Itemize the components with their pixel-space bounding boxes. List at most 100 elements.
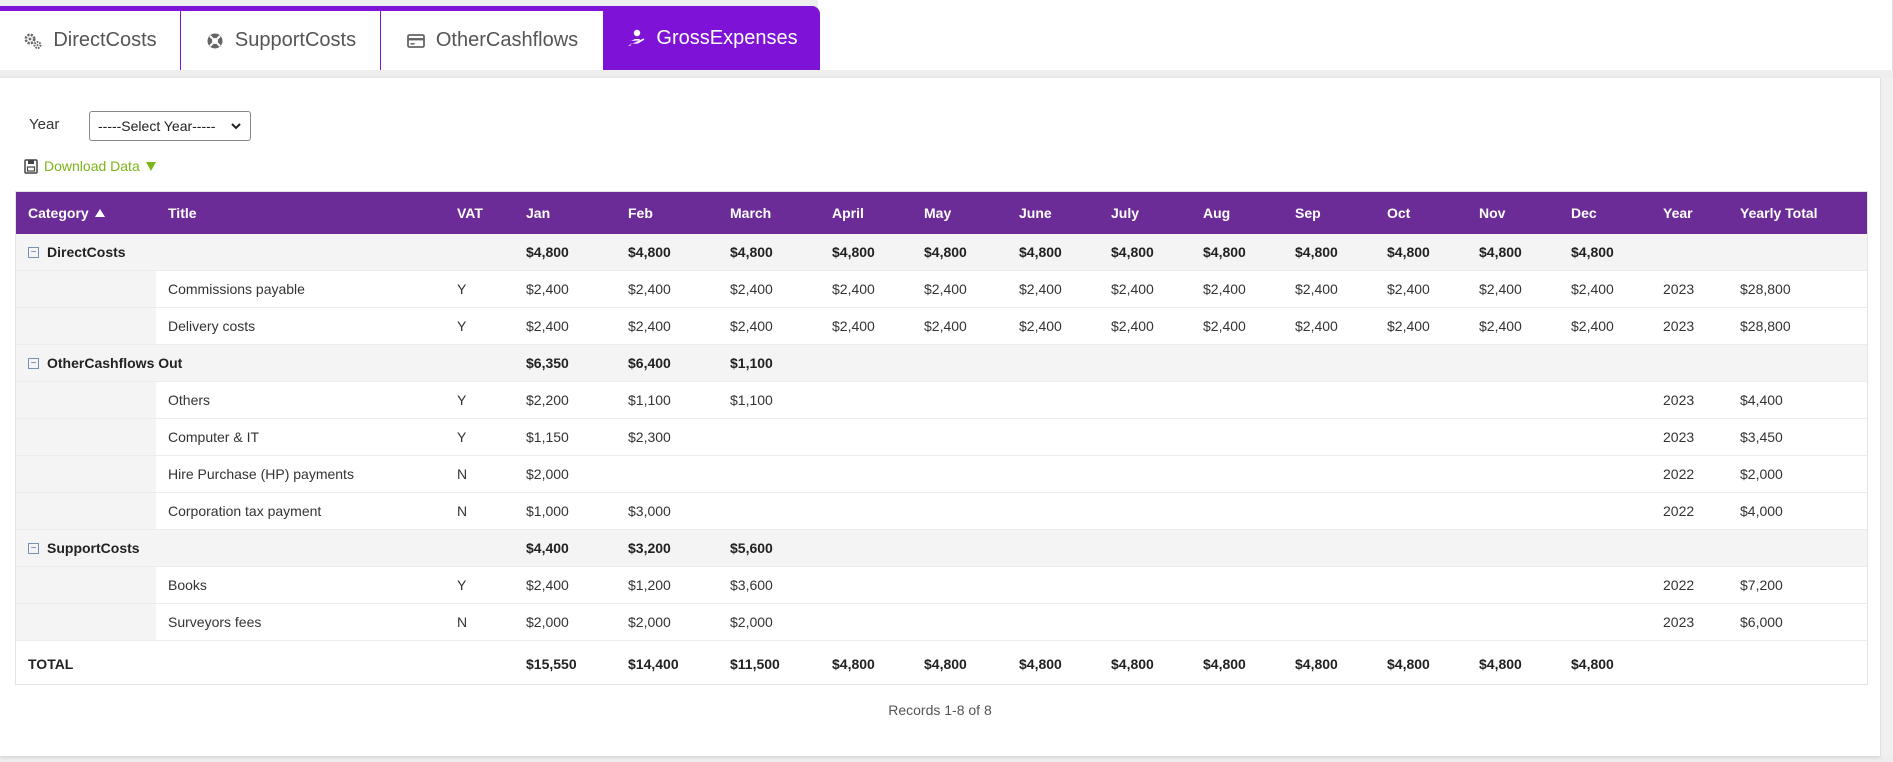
download-data-link[interactable]: Download Data xyxy=(24,158,156,174)
cell-jan: $1,000 xyxy=(526,503,569,519)
row-indent xyxy=(16,493,156,529)
total-aug: $4,800 xyxy=(1203,656,1246,672)
cell-feb: $3,200 xyxy=(628,540,671,556)
collapse-toggle-icon[interactable]: − xyxy=(28,357,39,369)
cell-yearly-total: $6,000 xyxy=(1740,614,1783,630)
top-strip xyxy=(818,0,1893,70)
cell-april: $2,400 xyxy=(832,281,875,297)
total-row: TOTAL $15,550 $14,400 $11,500 $4,800 $4,800 $4… xyxy=(16,645,1867,683)
column-header-label: Category xyxy=(28,205,89,221)
tab-grossexpenses[interactable]: GrossExpenses xyxy=(604,6,820,70)
cell-july: $2,400 xyxy=(1111,318,1154,334)
sort-ascending-icon xyxy=(94,209,105,217)
column-header-jan[interactable]: Jan xyxy=(526,192,550,234)
records-count: Records 1-8 of 8 xyxy=(888,702,992,718)
cell-march: $2,400 xyxy=(730,281,773,297)
year-label: Year xyxy=(29,116,60,133)
tab-supportcosts[interactable]: SupportCosts xyxy=(181,11,380,70)
table-row: Computer & IT Y $1,150 $2,300 2023 $3,450 xyxy=(16,419,1867,456)
table-row: Others Y $2,200 $1,100 $1,100 2023 $4,400 xyxy=(16,382,1867,419)
group-row-supportcosts: − SupportCosts $4,400 $3,200 $5,600 xyxy=(16,530,1867,567)
column-header-feb[interactable]: Feb xyxy=(628,192,653,234)
column-header-category[interactable]: Category xyxy=(28,192,105,234)
chevron-down-icon xyxy=(231,123,241,130)
cell-jan: $2,000 xyxy=(526,614,569,630)
column-header-april[interactable]: April xyxy=(832,192,864,234)
cell-jan: $2,400 xyxy=(526,318,569,334)
cell-title: Computer & IT xyxy=(168,429,260,445)
cell-nov: $2,400 xyxy=(1479,281,1522,297)
hand-money-icon xyxy=(626,28,646,48)
table-row: Commissions payable Y $2,400 $2,400 $2,400 $2… xyxy=(16,271,1867,308)
cell-vat: N xyxy=(457,466,468,482)
total-sep: $4,800 xyxy=(1295,656,1338,672)
year-select[interactable]: -----Select Year----- xyxy=(89,111,251,141)
cell-jan: $2,000 xyxy=(526,466,569,482)
column-header-label: July xyxy=(1111,205,1140,221)
group-category: − DirectCosts xyxy=(28,234,126,270)
cell-march: $1,100 xyxy=(730,392,773,408)
cell-dec: $2,400 xyxy=(1571,281,1614,297)
column-header-label: Oct xyxy=(1387,205,1411,221)
cell-oct: $2,400 xyxy=(1387,281,1430,297)
table-row: Delivery costs Y $2,400 $2,400 $2,400 $2,400 $… xyxy=(16,308,1867,345)
cell-title: Books xyxy=(168,577,207,593)
column-header-label: Yearly Total xyxy=(1740,205,1818,221)
cell-title: Delivery costs xyxy=(168,318,256,334)
column-header-oct[interactable]: Oct xyxy=(1387,192,1410,234)
cell-nov: $2,400 xyxy=(1479,318,1522,334)
cell-june: $2,400 xyxy=(1019,318,1062,334)
caret-down-icon xyxy=(145,161,156,171)
tab-directcosts[interactable]: DirectCosts xyxy=(0,11,180,70)
column-header-march[interactable]: March xyxy=(730,192,771,234)
cell-march: $4,800 xyxy=(730,244,773,260)
cell-feb: $2,300 xyxy=(628,429,671,445)
total-june: $4,800 xyxy=(1019,656,1062,672)
tab-grossexpenses-label: GrossExpenses xyxy=(656,26,798,49)
cell-vat: Y xyxy=(457,392,467,408)
row-indent xyxy=(16,456,156,492)
cell-yearly-total: $7,200 xyxy=(1740,577,1783,593)
column-header-july[interactable]: July xyxy=(1111,192,1139,234)
cell-aug: $2,400 xyxy=(1203,281,1246,297)
column-header-dec[interactable]: Dec xyxy=(1571,192,1597,234)
column-header-label: Title xyxy=(168,205,197,221)
total-jan: $15,550 xyxy=(526,656,577,672)
main-panel: Year -----Select Year----- Download Data… xyxy=(0,78,1880,756)
column-header-vat[interactable]: VAT xyxy=(457,192,483,234)
cell-aug: $4,800 xyxy=(1203,244,1246,260)
column-header-label: April xyxy=(832,205,864,221)
tab-supportcosts-label: SupportCosts xyxy=(234,29,357,51)
cell-jan: $1,150 xyxy=(526,429,569,445)
group-category: − OtherCashflows Out xyxy=(28,345,182,381)
column-header-may[interactable]: May xyxy=(924,192,951,234)
column-header-aug[interactable]: Aug xyxy=(1203,192,1230,234)
cell-march: $3,600 xyxy=(730,577,773,593)
column-header-year[interactable]: Year xyxy=(1663,192,1693,234)
group-category-label: DirectCosts xyxy=(47,244,126,260)
cell-feb: $1,100 xyxy=(628,392,671,408)
total-feb: $14,400 xyxy=(628,656,679,672)
tab-othercashflows[interactable]: OtherCashflows xyxy=(381,11,603,70)
column-header-nov[interactable]: Nov xyxy=(1479,192,1505,234)
column-header-label: May xyxy=(924,205,952,221)
column-header-label: Sep xyxy=(1295,205,1321,221)
column-header-yearly-total[interactable]: Yearly Total xyxy=(1740,192,1818,234)
support-icon xyxy=(205,31,225,51)
cell-may: $2,400 xyxy=(924,281,967,297)
table-row: Hire Purchase (HP) payments N $2,000 2022 $2… xyxy=(16,456,1867,493)
cell-vat: Y xyxy=(457,281,467,297)
cell-july: $2,400 xyxy=(1111,281,1154,297)
cell-year: 2022 xyxy=(1663,466,1695,482)
cell-jan: $2,200 xyxy=(526,392,569,408)
vertical-scrollbar[interactable] xyxy=(1880,78,1893,756)
column-header-sep[interactable]: Sep xyxy=(1295,192,1321,234)
collapse-toggle-icon[interactable]: − xyxy=(28,542,39,554)
column-header-june[interactable]: June xyxy=(1019,192,1052,234)
collapse-toggle-icon[interactable]: − xyxy=(28,246,39,258)
cell-vat: N xyxy=(457,503,468,519)
column-header-title[interactable]: Title xyxy=(168,192,197,234)
cell-july: $4,800 xyxy=(1111,244,1154,260)
cell-jan: $4,800 xyxy=(526,244,569,260)
download-data-label: Download Data xyxy=(44,158,140,174)
